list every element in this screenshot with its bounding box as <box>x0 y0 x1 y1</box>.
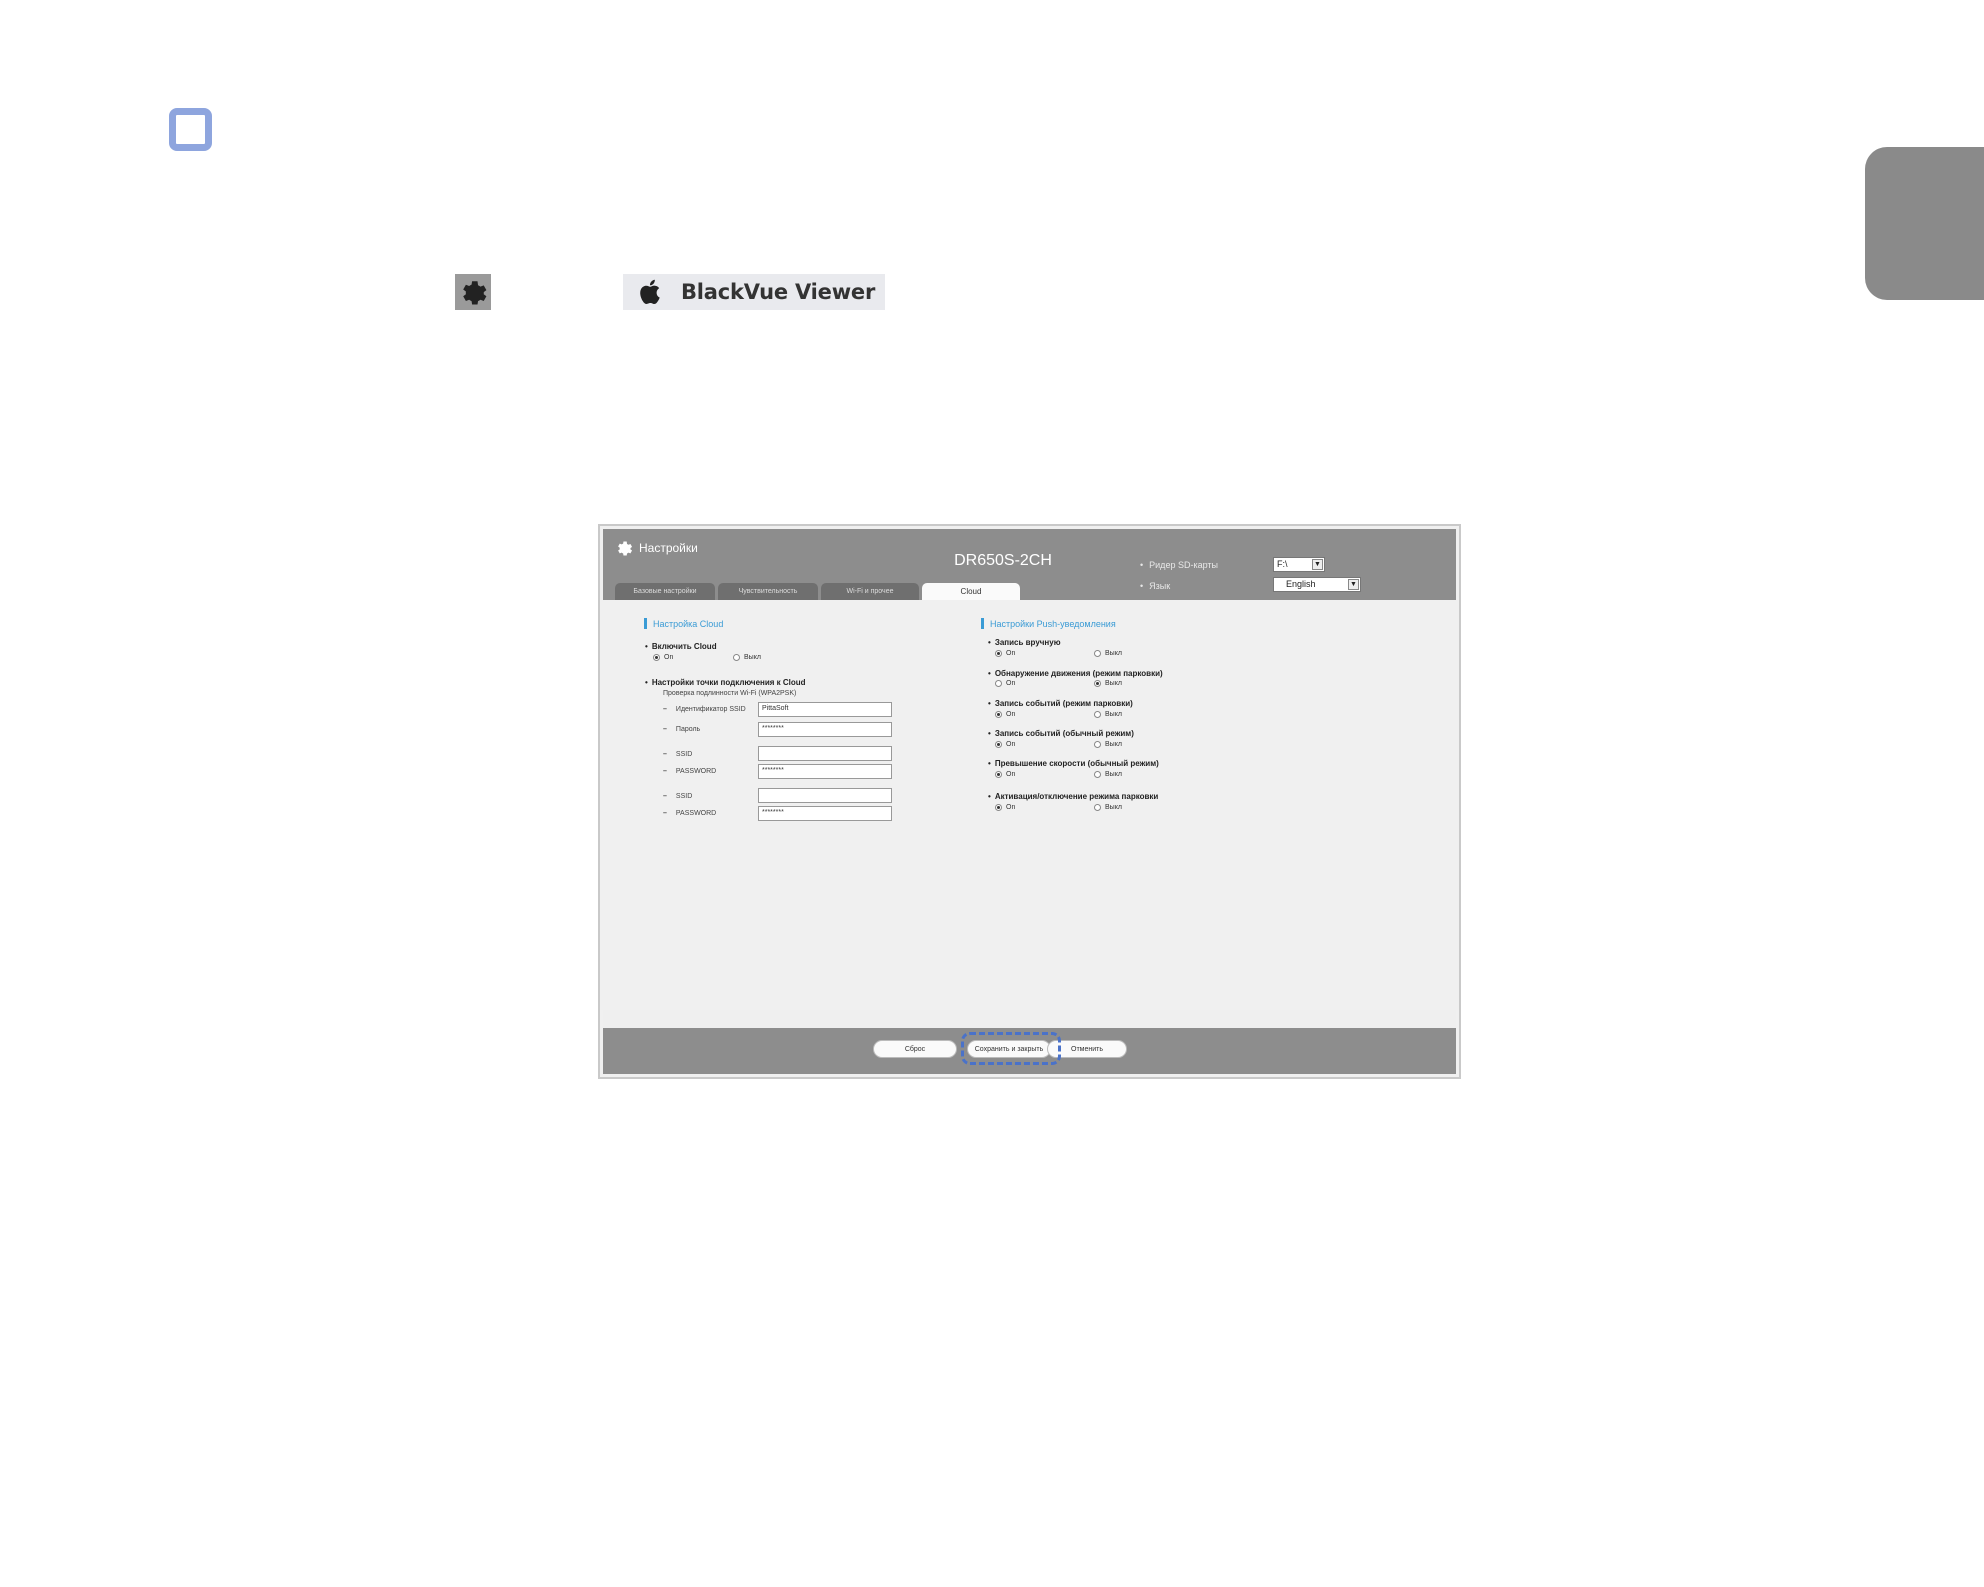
settings-header: Настройки DR650S-2CH Ридер SD-карты F:\ … <box>603 529 1456 600</box>
chevron-down-icon: ▼ <box>1348 579 1359 590</box>
blackvue-viewer-label: BlackVue Viewer <box>681 280 876 304</box>
push-speed-label: Превышение скорости (обычный режим) <box>988 759 1159 768</box>
push-event-parking-off-radio[interactable]: Выкл <box>1094 711 1122 718</box>
radio-off-icon <box>1094 771 1101 778</box>
cloud-section-header: Настройка Cloud <box>644 618 723 629</box>
sd-reader-select[interactable]: F:\ ▼ <box>1273 557 1325 572</box>
sd-reader-label: Ридер SD-карты <box>1140 560 1218 570</box>
save-highlight-ring <box>961 1032 1061 1065</box>
push-motion-off-radio[interactable]: Выкл <box>1094 680 1122 687</box>
tab-basic[interactable]: Базовые настройки <box>615 583 715 600</box>
chapter-side-tab <box>1865 147 1984 300</box>
radio-on-icon <box>995 771 1002 778</box>
password-3-input[interactable]: ******** <box>758 806 892 821</box>
ssid-id-label: Идентификатор SSID <box>663 706 746 713</box>
chevron-down-icon: ▼ <box>1312 559 1323 570</box>
settings-body: Настройка Cloud Включить Cloud On Выкл Н… <box>603 600 1456 1010</box>
ssid-3-input[interactable] <box>758 788 892 803</box>
radio-on-icon <box>995 804 1002 811</box>
push-event-normal-label: Запись событий (обычный режим) <box>988 729 1134 738</box>
enable-cloud-on-radio[interactable]: On <box>653 654 673 661</box>
radio-off-icon <box>1094 804 1101 811</box>
reset-button[interactable]: Сброс <box>873 1040 957 1058</box>
cloud-ap-label: Настройки точки подключения к Cloud <box>645 678 806 687</box>
push-manual-label: Запись вручную <box>988 638 1061 647</box>
push-parking-mode-on-radio[interactable]: On <box>995 804 1015 811</box>
tab-cloud[interactable]: Cloud <box>922 583 1020 600</box>
ssid-2-input[interactable] <box>758 746 892 761</box>
ssid-3-label: SSID <box>663 793 692 800</box>
settings-window: Настройки DR650S-2CH Ридер SD-карты F:\ … <box>598 524 1461 1079</box>
sd-reader-value: F:\ <box>1277 559 1288 569</box>
wifi-auth-note: Проверка подлинности Wi-Fi (WPA2PSK) <box>663 690 797 697</box>
enable-cloud-off-radio[interactable]: Выкл <box>733 654 761 661</box>
push-event-parking-label: Запись событий (режим парковки) <box>988 699 1133 708</box>
language-value: English <box>1286 579 1316 589</box>
ssid-id-input[interactable]: PittaSoft <box>758 702 892 717</box>
model-name: DR650S-2CH <box>954 552 1052 569</box>
push-parking-mode-label: Активация/отключение режима парковки <box>988 792 1159 801</box>
radio-off-icon <box>1094 650 1101 657</box>
ssid-2-label: SSID <box>663 751 692 758</box>
push-event-parking-on-radio[interactable]: On <box>995 711 1015 718</box>
password-input[interactable]: ******** <box>758 722 892 737</box>
password-label: Пароль <box>663 726 700 733</box>
radio-off-icon <box>995 680 1002 687</box>
radio-on-icon <box>995 650 1002 657</box>
settings-title-text: Настройки <box>639 541 698 555</box>
radio-on-icon <box>995 711 1002 718</box>
checkbox-square-icon <box>169 108 212 151</box>
tab-sensitivity[interactable]: Чувствительность <box>718 583 818 600</box>
push-event-normal-on-radio[interactable]: On <box>995 741 1015 748</box>
blackvue-viewer-badge: BlackVue Viewer <box>623 274 885 310</box>
radio-off-icon <box>733 654 740 661</box>
settings-footer: Сброс Сохранить и закрыть Отменить <box>603 1028 1456 1074</box>
push-speed-on-radio[interactable]: On <box>995 771 1015 778</box>
radio-on-icon <box>1094 680 1101 687</box>
radio-on-icon <box>995 741 1002 748</box>
push-motion-label: Обнаружение движения (режим парковки) <box>988 669 1163 678</box>
apple-icon <box>640 279 660 305</box>
password-3-label: PASSWORD <box>663 810 716 817</box>
enable-cloud-label: Включить Cloud <box>645 642 717 651</box>
push-event-normal-off-radio[interactable]: Выкл <box>1094 741 1122 748</box>
push-manual-off-radio[interactable]: Выкл <box>1094 650 1122 657</box>
settings-tabs: Базовые настройки Чувствительность Wi-Fi… <box>615 583 1020 600</box>
language-select[interactable]: English ▼ <box>1273 577 1361 592</box>
radio-off-icon <box>1094 711 1101 718</box>
push-motion-on-radio[interactable]: On <box>995 680 1015 687</box>
gear-icon <box>455 274 491 310</box>
push-manual-on-radio[interactable]: On <box>995 650 1015 657</box>
settings-title: Настройки <box>615 539 698 557</box>
password-2-label: PASSWORD <box>663 768 716 775</box>
language-label: Язык <box>1140 581 1170 591</box>
radio-on-icon <box>653 654 660 661</box>
push-section-header: Настройки Push-уведомления <box>981 618 1116 629</box>
push-parking-mode-off-radio[interactable]: Выкл <box>1094 804 1122 811</box>
password-2-input[interactable]: ******** <box>758 764 892 779</box>
tab-wifi[interactable]: Wi-Fi и прочее <box>821 583 919 600</box>
push-speed-off-radio[interactable]: Выкл <box>1094 771 1122 778</box>
settings-gear-icon <box>618 541 633 556</box>
radio-off-icon <box>1094 741 1101 748</box>
